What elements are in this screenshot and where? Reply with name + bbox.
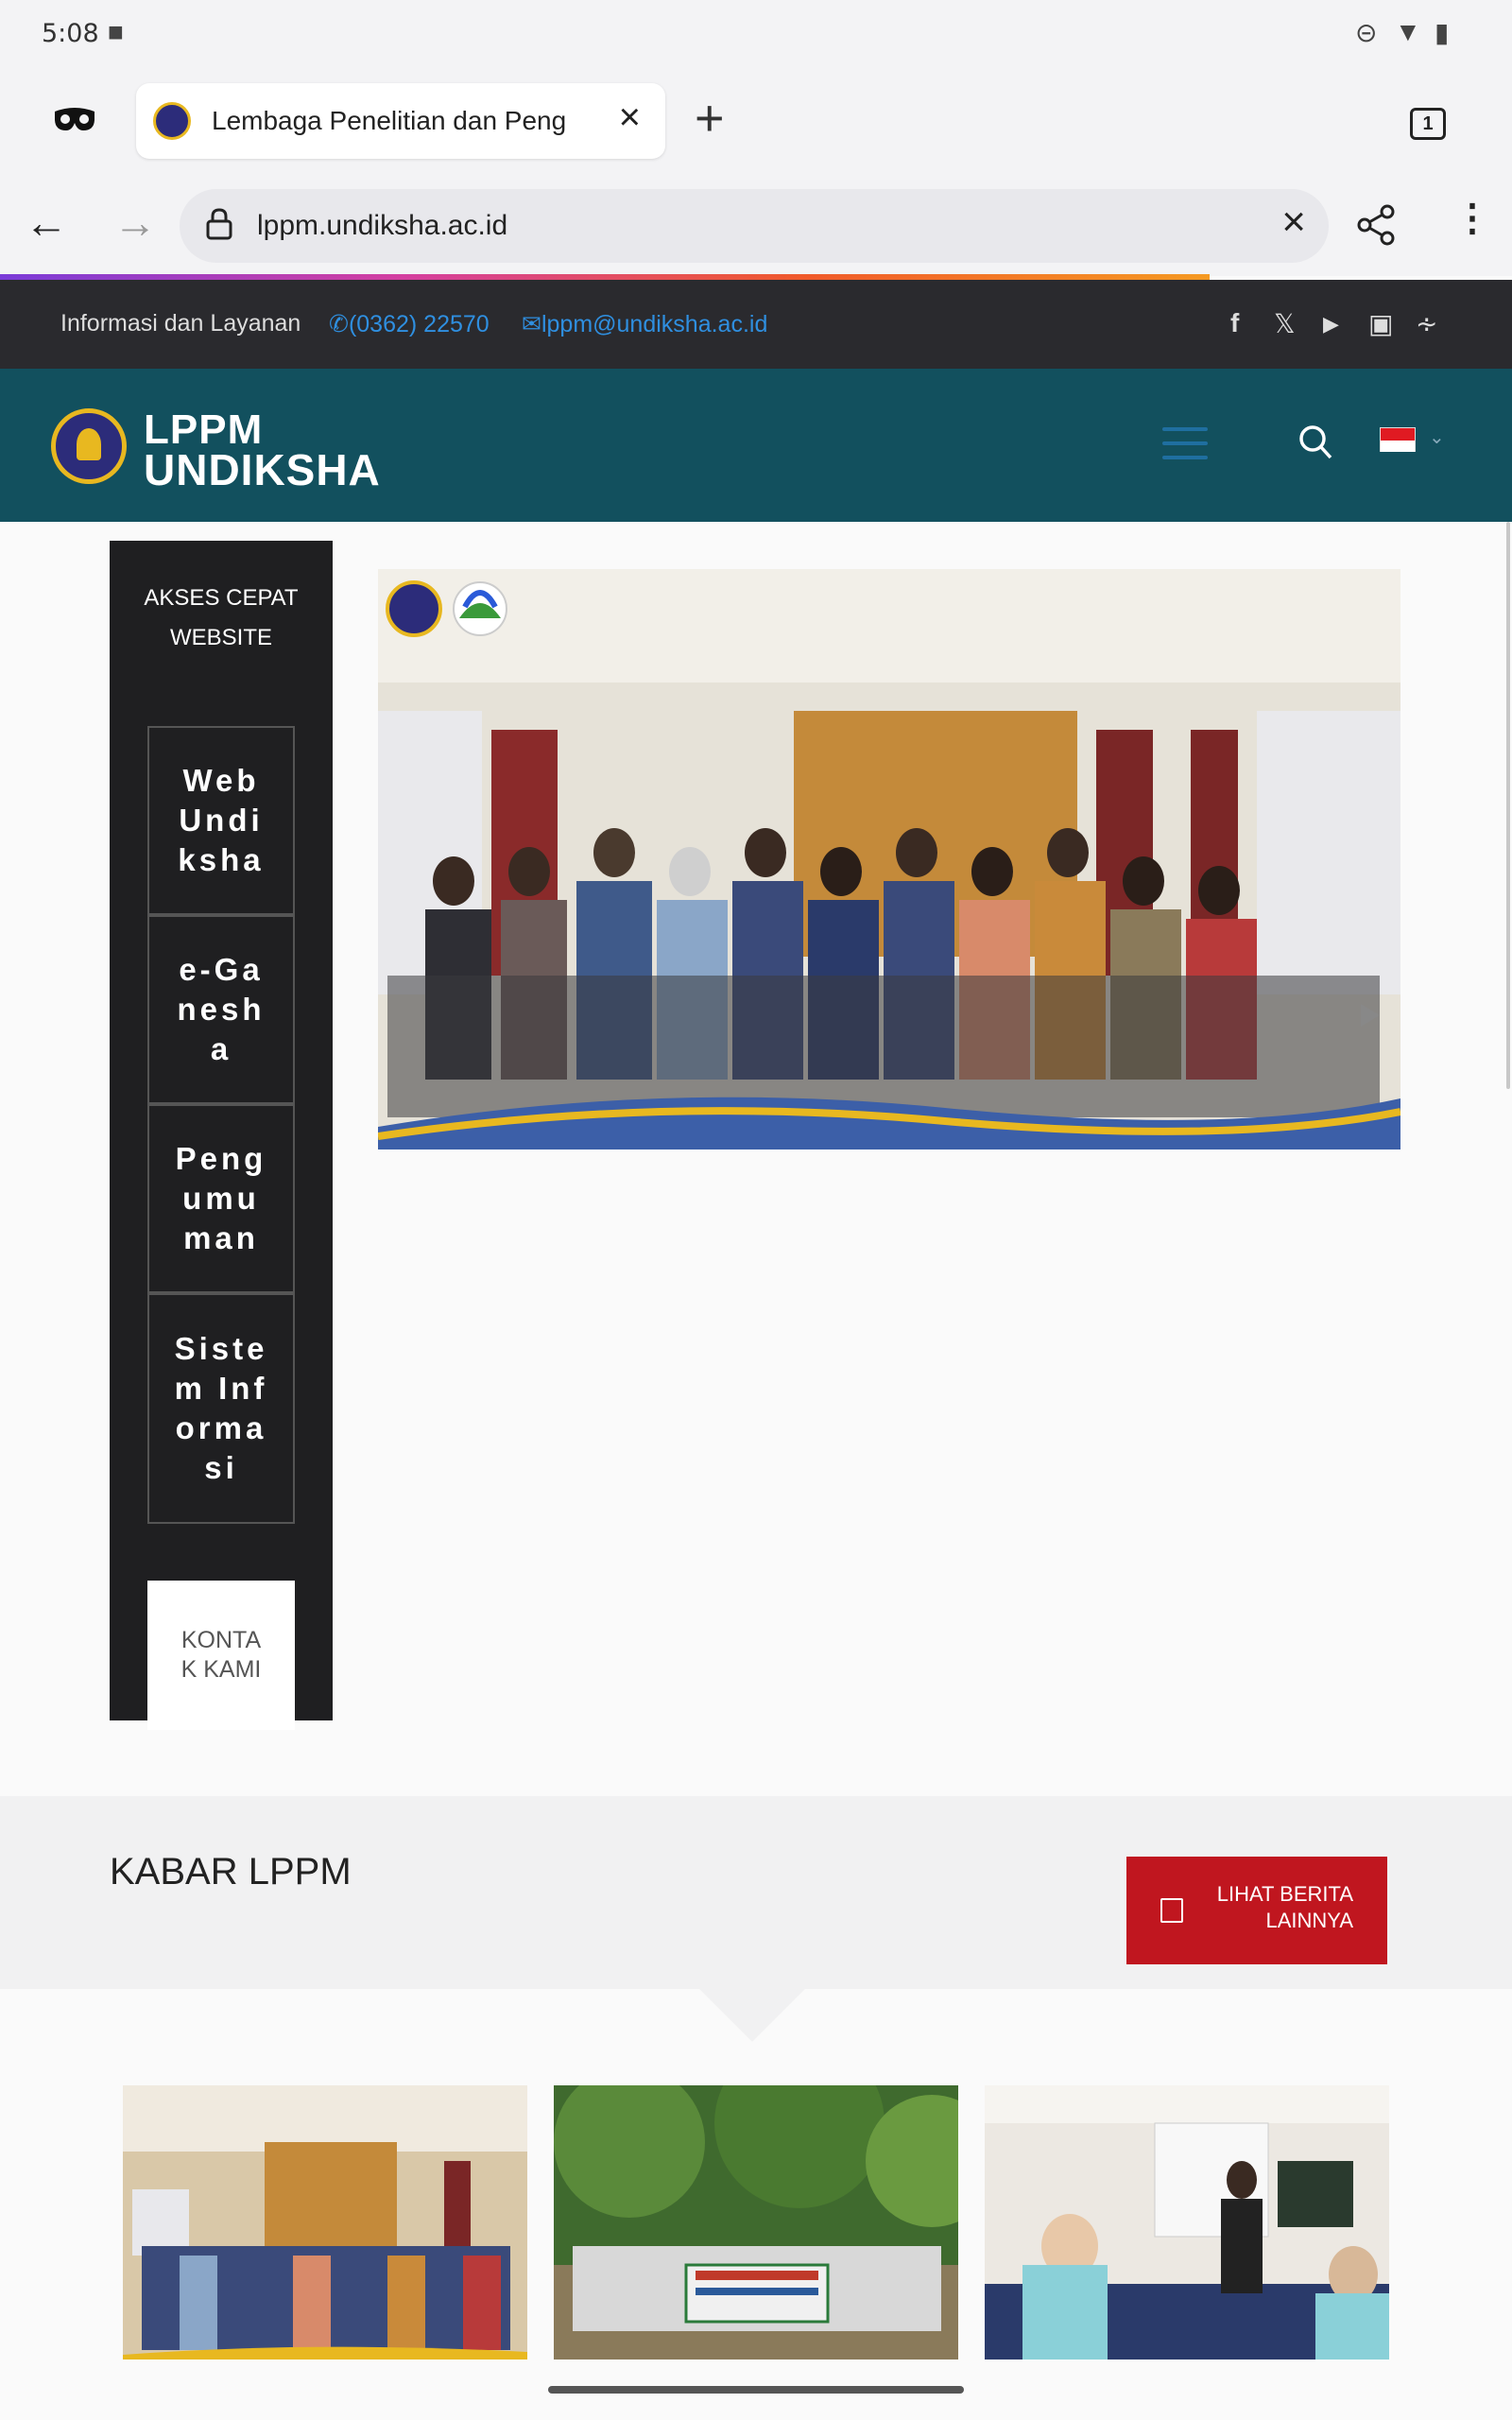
x-twitter-icon[interactable]: 𝕏 bbox=[1274, 308, 1296, 339]
quick-link-label[interactable]: Sistem Informasi bbox=[169, 1329, 273, 1488]
quick-link-label[interactable]: Pengumuman bbox=[169, 1139, 273, 1258]
info-label: Informasi dan Layanan bbox=[60, 310, 301, 337]
address-bar-row: ← → lppm.undiksha.ac.id × ⋮ bbox=[0, 176, 1512, 276]
newspaper-icon bbox=[1160, 1898, 1183, 1923]
news-thumbnail[interactable] bbox=[554, 2085, 958, 2360]
status-bar: 5:08 ■ ⊝ ▼ ▮ bbox=[0, 0, 1512, 72]
quick-link-sistem-informasi[interactable]: Sistem Informasi bbox=[147, 1293, 295, 1524]
news-thumbnail[interactable] bbox=[985, 2085, 1389, 2360]
forward-icon[interactable]: → bbox=[113, 197, 157, 248]
close-tab-icon[interactable]: × bbox=[619, 96, 641, 139]
share-icon[interactable] bbox=[1355, 204, 1397, 246]
more-news-button[interactable]: LIHAT BERITA LAINNYA bbox=[1126, 1857, 1387, 1964]
quick-link-web-undiksha[interactable]: Web Undiksha bbox=[147, 726, 295, 915]
email-link[interactable]: ✉lppm@undiksha.ac.id bbox=[522, 310, 767, 338]
news-photo-meeting bbox=[123, 2085, 527, 2360]
site-info-bar: Informasi dan Layanan ✆(0362) 22570 ✉lpp… bbox=[0, 280, 1512, 369]
browser-tab[interactable]: Lembaga Penelitian dan Peng × bbox=[136, 83, 665, 159]
status-time: 5:08 bbox=[42, 19, 99, 48]
undiksha-logo-icon[interactable] bbox=[51, 408, 127, 484]
dnd-icon: ⊝ bbox=[1355, 18, 1378, 47]
phone-link[interactable]: ✆(0362) 22570 bbox=[329, 310, 490, 338]
quick-access-title: AKSES CEPAT WEBSITE bbox=[144, 585, 299, 650]
incognito-icon[interactable] bbox=[53, 104, 96, 136]
site-favicon-icon bbox=[153, 102, 191, 140]
address-bar[interactable]: lppm.undiksha.ac.id × bbox=[180, 189, 1329, 263]
quick-link-pengumuman[interactable]: Pengumuman bbox=[147, 1104, 295, 1293]
indonesia-flag-icon[interactable] bbox=[1380, 427, 1416, 452]
tab-switcher-button[interactable]: 1 bbox=[1410, 108, 1446, 140]
quick-link-e-ganesha[interactable]: e-Ganesha bbox=[147, 915, 295, 1104]
work-profile-icon: ■ bbox=[108, 17, 124, 46]
contact-label[interactable]: KONTAK KAMI bbox=[174, 1626, 268, 1685]
news-photo-classroom bbox=[985, 2085, 1389, 2360]
rss-icon[interactable]: ∻ bbox=[1416, 308, 1437, 339]
facebook-icon[interactable]: f bbox=[1230, 308, 1239, 338]
hero-video-slider[interactable] bbox=[378, 569, 1400, 1150]
chevron-down-icon[interactable]: ⌄ bbox=[1429, 425, 1445, 449]
more-news-label[interactable]: LIHAT BERITA LAINNYA bbox=[1217, 1882, 1353, 1932]
contact-button[interactable]: KONTAK KAMI bbox=[147, 1581, 295, 1730]
news-section-title: KABAR LPPM bbox=[110, 1851, 352, 1893]
search-icon[interactable] bbox=[1297, 422, 1334, 463]
section-pointer bbox=[699, 1989, 805, 2042]
lock-icon bbox=[206, 208, 232, 240]
tab-strip: Lembaga Penelitian dan Peng × + 1 bbox=[0, 72, 1512, 176]
news-section-header: KABAR LPPM LIHAT BERITA LAINNYA bbox=[0, 1796, 1512, 1989]
news-thumbnail[interactable] bbox=[123, 2085, 527, 2360]
battery-icon: ▮ bbox=[1435, 18, 1450, 47]
site-header: LPPM UNDIKSHA ⌄ bbox=[0, 369, 1512, 522]
tab-title: Lembaga Penelitian dan Peng bbox=[212, 106, 567, 135]
more-options-icon[interactable]: ⋮ bbox=[1453, 197, 1491, 240]
phone-number[interactable]: (0362) 22570 bbox=[349, 311, 490, 337]
quick-link-label[interactable]: e-Ganesha bbox=[169, 950, 273, 1069]
logo-text-line2[interactable]: UNDIKSHA bbox=[144, 444, 381, 495]
hamburger-menu-icon[interactable] bbox=[1162, 427, 1208, 463]
hero-photo bbox=[378, 569, 1400, 1150]
wifi-icon: ▼ bbox=[1395, 17, 1421, 46]
news-photo-outdoor bbox=[554, 2085, 958, 2360]
page-scrollbar[interactable] bbox=[1506, 522, 1510, 1089]
youtube-icon[interactable]: ▶ bbox=[1323, 312, 1339, 337]
quick-link-label[interactable]: Web Undiksha bbox=[169, 761, 273, 880]
email-address[interactable]: lppm@undiksha.ac.id bbox=[541, 311, 767, 337]
quick-access-sidebar: AKSES CEPAT WEBSITE Web Undiksha e-Ganes… bbox=[110, 541, 333, 1730]
new-tab-icon[interactable]: + bbox=[695, 89, 725, 147]
url-text[interactable]: lppm.undiksha.ac.id bbox=[257, 210, 507, 242]
clear-url-icon[interactable]: × bbox=[1281, 199, 1306, 246]
back-icon[interactable]: ← bbox=[25, 197, 68, 248]
instagram-icon[interactable]: ▣ bbox=[1368, 308, 1393, 339]
main-content: AKSES CEPAT WEBSITE Web Undiksha e-Ganes… bbox=[0, 522, 1512, 1798]
gesture-home-bar[interactable] bbox=[548, 2386, 964, 2394]
